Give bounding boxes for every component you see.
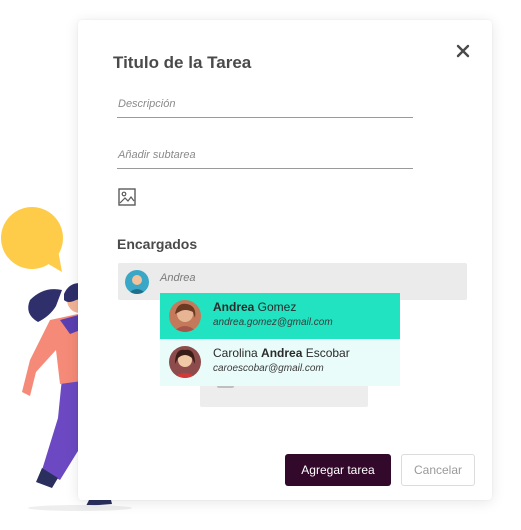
assignees-label: Encargados <box>117 236 198 252</box>
add-task-button[interactable]: Agregar tarea <box>285 454 391 486</box>
assignee-dropdown: Andrea Gomez andrea.gomez@gmail.com Caro… <box>160 293 400 386</box>
description-input[interactable]: Descripción <box>117 94 413 118</box>
task-modal <box>78 20 492 500</box>
assignee-name: Carolina Andrea Escobar <box>213 346 350 360</box>
speech-bubble-icon <box>1 207 63 272</box>
assignee-search-input[interactable]: Andrea <box>160 272 195 284</box>
assignee-avatar <box>125 270 149 294</box>
avatar <box>169 346 201 378</box>
close-icon[interactable] <box>455 43 471 59</box>
avatar <box>169 300 201 332</box>
assignee-email: caroescobar@gmail.com <box>213 363 324 374</box>
cancel-button[interactable]: Cancelar <box>401 454 475 486</box>
assignee-email: andrea.gomez@gmail.com <box>213 317 333 328</box>
subtask-input[interactable]: Añadir subtarea <box>117 145 413 169</box>
assignee-option[interactable]: Carolina Andrea Escobar caroescobar@gmai… <box>160 339 400 386</box>
image-icon[interactable] <box>118 188 136 206</box>
assignee-name: Andrea Gomez <box>213 300 297 314</box>
task-title[interactable]: Titulo de la Tarea <box>113 53 251 73</box>
assignee-option[interactable]: Andrea Gomez andrea.gomez@gmail.com <box>160 293 400 339</box>
